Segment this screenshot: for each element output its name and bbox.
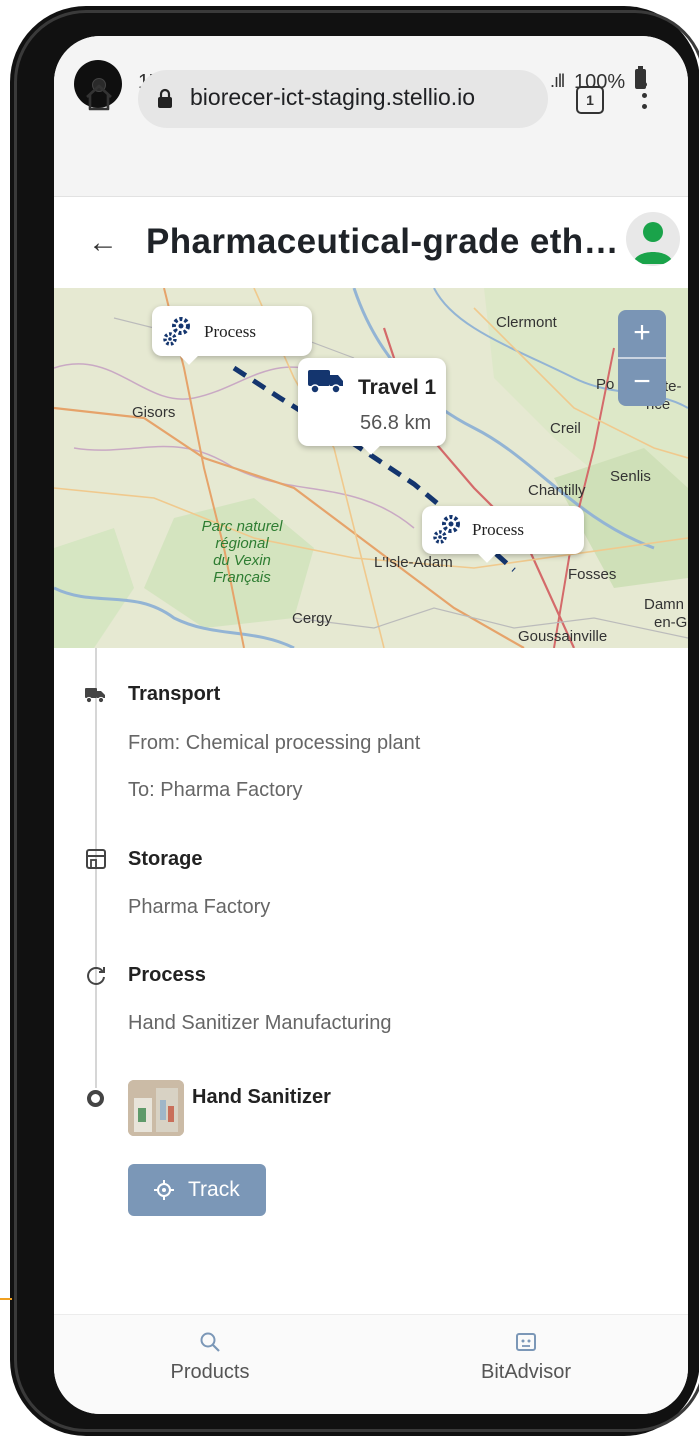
process-popup-label: Process	[472, 520, 524, 539]
browser-menu-icon[interactable]	[640, 82, 648, 114]
signal-icon: .ıll	[550, 71, 565, 91]
park-label-line: Parc naturel	[201, 518, 283, 535]
back-arrow-icon[interactable]: ←	[88, 226, 118, 260]
nav-bitadvisor[interactable]: BitAdvisor	[426, 1331, 626, 1384]
tab-switcher-button[interactable]: 1	[576, 86, 604, 114]
zoom-out-button[interactable]: −	[618, 359, 666, 406]
park-label-line: Français	[213, 569, 271, 586]
park-label-line: régional	[215, 535, 269, 552]
route-map[interactable]: Clermont Gisors Creil Chantilly Senlis L…	[54, 288, 688, 648]
phone-frame: 17:08 .ıll 100% biorecer-ict-staging.ste…	[10, 6, 699, 1436]
map-label-goussainville: Goussainville	[518, 628, 608, 645]
map-label-senlis: Senlis	[610, 468, 651, 485]
map-label-po: Po	[596, 376, 615, 393]
map-label-creil: Creil	[550, 420, 581, 437]
decorative-line	[0, 1298, 12, 1300]
travel-popup[interactable]: Travel 1 56.8 km	[298, 358, 446, 446]
refresh-icon	[87, 967, 105, 985]
timeline-storage-location: Pharma Factory	[128, 896, 271, 918]
park-label-line: du Vexin	[213, 552, 271, 569]
search-icon	[200, 1332, 220, 1352]
process-popup-end[interactable]: Process	[422, 506, 584, 554]
map-label-clermont: Clermont	[496, 314, 557, 331]
process-popup-start[interactable]: Process	[152, 306, 312, 356]
timeline-transport-to: To: Pharma Factory	[128, 779, 303, 801]
crosshair-icon	[154, 1180, 174, 1200]
page-title: Pharmaceutical-grade etha...	[146, 222, 626, 261]
zoom-in-button[interactable]: +	[618, 310, 666, 359]
gears-icon	[433, 515, 460, 544]
storefront-icon	[86, 849, 106, 869]
map-zoom-control: + −	[618, 310, 666, 406]
nav-products-label: Products	[170, 1361, 250, 1383]
phone-screen: 17:08 .ıll 100% biorecer-ict-staging.ste…	[54, 36, 688, 1414]
map-tiles	[54, 288, 688, 648]
track-button[interactable]: Track	[128, 1164, 266, 1216]
home-icon[interactable]	[84, 83, 114, 111]
map-label-cergy: Cergy	[292, 610, 333, 627]
travel-popup-distance: 56.8 km	[360, 412, 432, 434]
map-label-te: te-	[664, 378, 682, 395]
bottom-navigation: Products BitAdvisor	[54, 1314, 688, 1414]
timeline-transport-from: From: Chemical processing plant	[128, 732, 421, 754]
map-label-lisle-adam: L'Isle-Adam	[374, 554, 453, 571]
track-button-label: Track	[188, 1178, 240, 1201]
timeline-title-process: Process	[128, 964, 206, 986]
gears-icon	[163, 317, 190, 346]
map-label-fosses: Fosses	[568, 566, 617, 583]
url-text[interactable]: biorecer-ict-staging.stellio.io	[190, 84, 475, 111]
timeline-title-storage: Storage	[128, 848, 203, 870]
robot-icon	[516, 1333, 536, 1351]
browser-toolbar	[54, 116, 688, 197]
nav-bitadvisor-label: BitAdvisor	[480, 1361, 572, 1383]
process-popup-label: Process	[204, 322, 256, 341]
nav-products[interactable]: Products	[110, 1331, 310, 1384]
timeline-title-transport: Transport	[128, 683, 221, 705]
map-label-gisors: Gisors	[132, 404, 176, 421]
user-avatar-icon[interactable]	[626, 212, 680, 266]
map-label-en-g: en-G	[654, 614, 688, 631]
product-thumbnail	[128, 1080, 184, 1136]
circle-icon	[87, 1090, 104, 1107]
map-label-damn: Damn	[644, 596, 685, 613]
map-label-chantilly: Chantilly	[528, 482, 586, 499]
truck-icon	[308, 370, 343, 394]
travel-popup-title: Travel 1	[358, 376, 437, 399]
timeline-title-product: Hand Sanitizer	[192, 1086, 331, 1108]
map-park-label: Parc naturel régional du Vexin Français	[182, 518, 302, 586]
lock-icon	[158, 88, 172, 108]
timeline-process-name: Hand Sanitizer Manufacturing	[128, 1012, 392, 1034]
truck-icon	[85, 688, 105, 704]
